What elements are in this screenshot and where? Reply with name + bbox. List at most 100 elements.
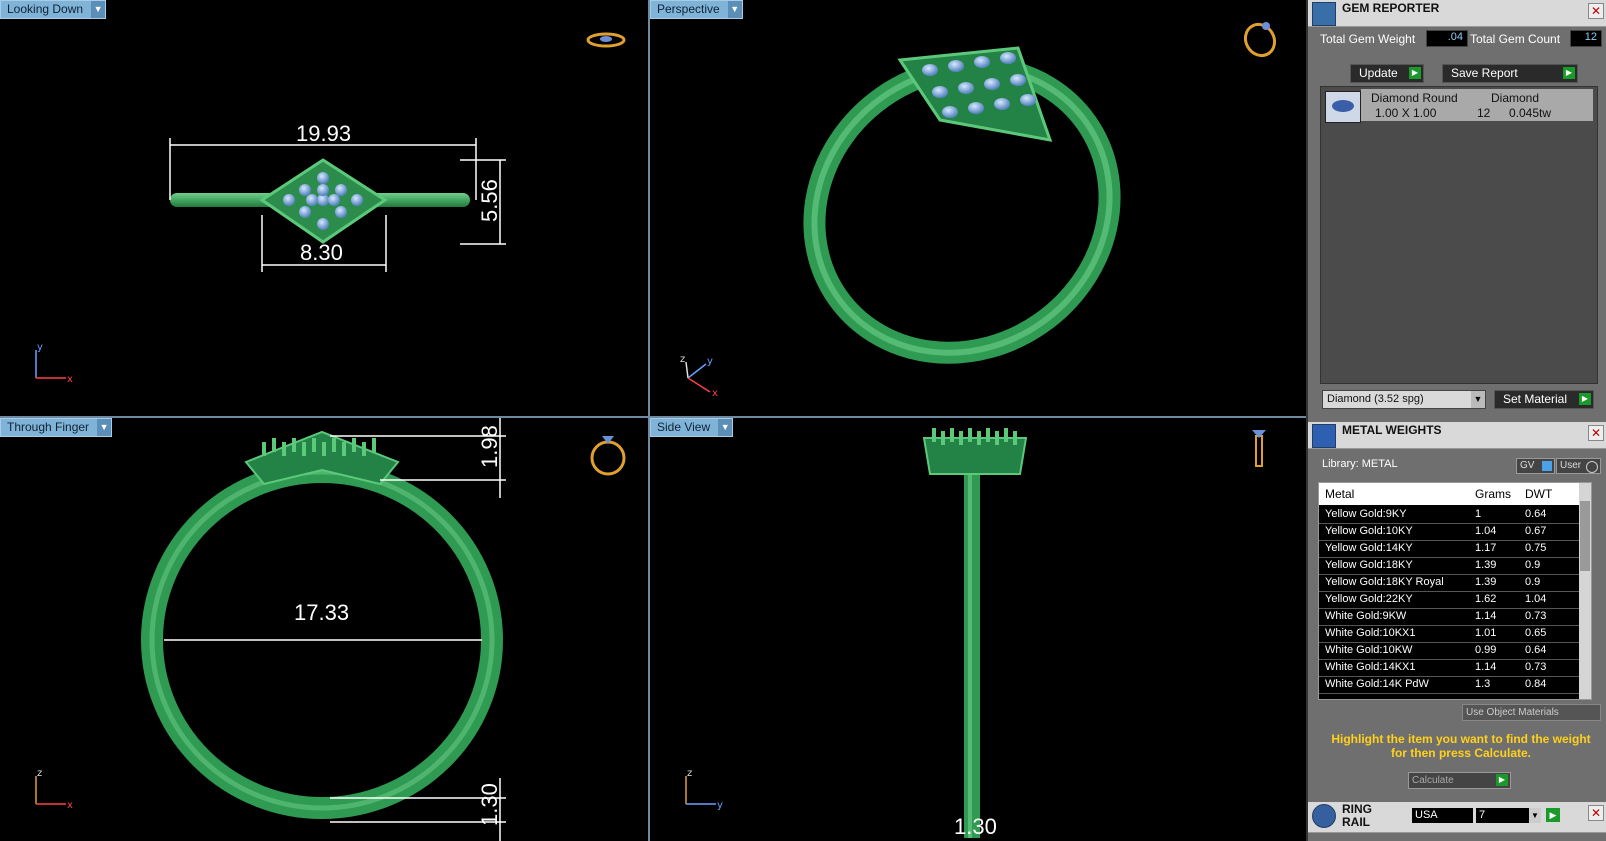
table-row[interactable]: White Gold:9KW 1.14 0.73: [1319, 609, 1579, 626]
chevron-down-icon[interactable]: ▼: [1529, 808, 1541, 823]
metal-dwt: 0.75: [1525, 542, 1547, 554]
ring-size-select[interactable]: 7 ▼: [1476, 808, 1541, 823]
scrollbar[interactable]: [1579, 483, 1591, 699]
play-icon[interactable]: ▶: [1546, 808, 1560, 822]
gem-reporter-header: GEM REPORTER ✕: [1308, 0, 1606, 27]
metal-name: White Gold:14K PdW: [1325, 678, 1429, 690]
prong: [968, 428, 972, 442]
chevron-down-icon[interactable]: ▼: [97, 419, 112, 436]
close-icon[interactable]: ✕: [1588, 425, 1604, 441]
svg-text:y: y: [37, 342, 43, 353]
material-select[interactable]: Diamond (3.52 spg) ▼: [1322, 390, 1486, 409]
metal-dwt: 0.64: [1525, 508, 1547, 520]
metal-name: White Gold:10KX1: [1325, 627, 1416, 639]
diamond-gem: [317, 172, 329, 184]
diamond-gem: [994, 98, 1010, 110]
prong: [312, 438, 316, 452]
metal-weights-table[interactable]: Metal Grams DWT Yellow Gold:9KY 1 0.64 Yell…: [1318, 482, 1592, 700]
metal-grams: 1.39: [1475, 559, 1497, 571]
chevron-down-icon[interactable]: ▼: [727, 1, 742, 18]
set-material-button[interactable]: Set Material ▶: [1494, 390, 1594, 409]
total-gem-count-field: 12: [1570, 30, 1602, 47]
calculate-instruction: Highlight the item you want to find the …: [1331, 732, 1591, 760]
gem-row[interactable]: Diamond Round Diamond 1.00 X 1.00 12 0.0…: [1361, 89, 1593, 121]
checkbox-icon: [1542, 461, 1552, 471]
table-row[interactable]: White Gold:14KX1 1.14 0.73: [1319, 660, 1579, 677]
diamond-gem: [317, 218, 329, 230]
table-row[interactable]: Yellow Gold:10KY 1.04 0.67: [1319, 524, 1579, 541]
prong: [352, 438, 356, 452]
gem-list[interactable]: Diamond Round Diamond 1.00 X 1.00 12 0.0…: [1320, 86, 1598, 384]
view-ring-icon[interactable]: [1240, 19, 1280, 61]
metal-grams: 1.17: [1475, 542, 1497, 554]
table-row[interactable]: Yellow Gold:18KY 1.39 0.9: [1319, 558, 1579, 575]
total-gem-count-label: Total Gem Count: [1470, 32, 1561, 46]
metal-grams: 1.62: [1475, 593, 1497, 605]
metal-dwt: 0.9: [1525, 576, 1541, 588]
prong: [322, 442, 326, 456]
metal-dwt: 1.04: [1525, 593, 1547, 605]
axis-indicator-top-left: y x: [35, 342, 73, 385]
metal-dwt: 0.64: [1525, 644, 1547, 656]
axis-indicator-perspective: z y x: [680, 354, 718, 399]
diamond-gem: [948, 60, 964, 72]
chevron-down-icon[interactable]: ▼: [718, 419, 733, 436]
metal-dwt: 0.67: [1525, 525, 1547, 537]
save-report-button[interactable]: Save Report ▶: [1442, 64, 1578, 83]
total-gem-weight-label: Total Gem Weight: [1320, 32, 1416, 46]
diamond-gem: [1010, 74, 1026, 86]
svg-text:z: z: [680, 354, 685, 365]
table-row[interactable]: White Gold:14K PdW 1.3 0.84: [1319, 677, 1579, 694]
play-icon: ▶: [1579, 393, 1591, 405]
viewport-through-finger[interactable]: 17.33 1.98 1.30 z x Through Finger ▼: [0, 418, 648, 841]
ring-perspective: [803, 46, 1121, 364]
diamond-gem: [974, 56, 990, 68]
chevron-down-icon[interactable]: ▼: [91, 1, 106, 18]
view-ring-icon[interactable]: [1252, 430, 1266, 467]
diamond-gem: [958, 82, 974, 94]
viewport-label-through-finger[interactable]: Through Finger ▼: [0, 418, 113, 437]
view-ring-icon[interactable]: [590, 436, 626, 476]
table-row[interactable]: Yellow Gold:9KY 1 0.64: [1319, 507, 1579, 524]
view-ring-icon[interactable]: [586, 32, 626, 48]
metal-grams: 1.04: [1475, 525, 1497, 537]
viewport-label-side-view[interactable]: Side View ▼: [650, 418, 734, 437]
axis-indicator-bottom-left: z x: [35, 768, 73, 811]
viewport-label-looking-down[interactable]: Looking Down ▼: [0, 0, 107, 19]
play-icon: ▶: [1563, 67, 1575, 79]
axis-indicator-side: z y: [685, 768, 723, 811]
metal-grams: 1.14: [1475, 610, 1497, 622]
prong: [986, 428, 990, 442]
close-icon[interactable]: ✕: [1588, 805, 1604, 821]
gem-reporter-icon: [1312, 2, 1336, 26]
table-row[interactable]: Yellow Gold:18KY Royal 1.39 0.9: [1319, 575, 1579, 592]
flask-icon: [1312, 424, 1336, 448]
table-row[interactable]: Yellow Gold:22KY 1.62 1.04: [1319, 592, 1579, 609]
dim-width-label: 19.93: [296, 121, 351, 146]
viewport-side-view[interactable]: 1.30 z y Side View ▼: [650, 418, 1306, 841]
table-row[interactable]: White Gold:10KX1 1.01 0.65: [1319, 626, 1579, 643]
diamond-gem: [1000, 52, 1016, 64]
play-icon: ▶: [1409, 67, 1421, 79]
viewport-looking-down[interactable]: 19.93 8.30 5.56 y x Looking Down ▼: [0, 0, 648, 416]
prong: [302, 442, 306, 456]
diamond-gem: [335, 184, 347, 196]
metal-name: White Gold:9KW: [1325, 610, 1407, 622]
close-icon[interactable]: ✕: [1588, 3, 1604, 19]
table-row[interactable]: Yellow Gold:14KY 1.17 0.75: [1319, 541, 1579, 558]
user-toggle[interactable]: User: [1556, 458, 1601, 474]
table-row[interactable]: White Gold:10KW 0.99 0.64: [1319, 643, 1579, 660]
dim-height-label: 5.56: [477, 179, 502, 222]
metal-name: Yellow Gold:10KY: [1325, 525, 1413, 537]
update-button[interactable]: Update ▶: [1350, 64, 1424, 83]
gv-toggle[interactable]: GV: [1516, 458, 1555, 474]
svg-text:y: y: [717, 800, 723, 811]
calculate-button[interactable]: Calculate ▶: [1408, 772, 1511, 789]
chevron-down-icon[interactable]: ▼: [1471, 391, 1485, 408]
country-select[interactable]: USA: [1412, 808, 1473, 823]
diamond-gem: [351, 194, 363, 206]
use-object-materials-toggle[interactable]: Use Object Materials: [1462, 704, 1601, 721]
viewport-label-perspective[interactable]: Perspective ▼: [650, 0, 743, 19]
metal-dwt: 0.73: [1525, 610, 1547, 622]
viewport-perspective[interactable]: z y x Perspective ▼: [650, 0, 1306, 416]
